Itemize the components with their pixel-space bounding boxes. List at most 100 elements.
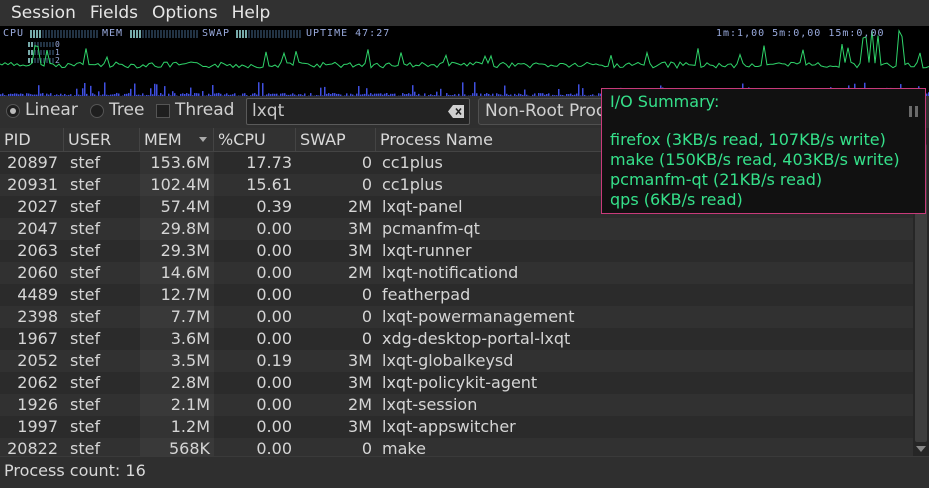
table-row[interactable]: 2060 stef 14.6M 0.00 2M lxqt-notificationd (0, 262, 913, 284)
mem-meter-segment (181, 30, 183, 38)
io-line: pcmanfm-qt (21KB/s read) (610, 170, 823, 189)
table-row[interactable]: 2052 stef 3.5M 0.19 3M lxqt-globalkeysd (0, 350, 913, 372)
column-mem[interactable]: MEM (140, 128, 214, 152)
user-cell: stef (70, 417, 101, 436)
cpu-cell: 0.00 (256, 373, 292, 392)
thread-label[interactable]: Thread (175, 100, 234, 120)
swap-meter-segment (248, 30, 250, 38)
process-name-cell: lxqt-appswitcher (382, 417, 516, 436)
swap-meter-segment (296, 30, 298, 38)
swap-cell: 0 (361, 307, 372, 326)
clear-icon[interactable] (448, 105, 464, 118)
io-history-bar (366, 88, 368, 96)
swap-meter-segment (299, 30, 301, 38)
io-history-bar (258, 82, 260, 96)
swap-meter-segment (245, 30, 247, 38)
cpu-meter-segment (72, 30, 74, 38)
table-row[interactable]: 4489 stef 12.7M 0.00 0 featherpad (0, 284, 913, 306)
menu-fields[interactable]: Fields (83, 0, 145, 26)
io-history-bar (134, 83, 136, 96)
cpu-core-meter-segment (52, 42, 54, 47)
table-row[interactable]: 20822 stef 568K 0.00 0 make (0, 438, 913, 456)
mem-meter-segment (169, 30, 171, 38)
mem-meter-segment (130, 30, 132, 38)
swap-meter-segment (257, 30, 259, 38)
cpu-cell: 0.00 (256, 241, 292, 260)
swap-cell: 3M (348, 417, 372, 436)
swap-cell: 3M (348, 373, 372, 392)
pid-cell: 2052 (17, 351, 58, 370)
user-cell: stef (70, 395, 101, 414)
mem-meter-segment (172, 30, 174, 38)
mem-meter-segment (187, 30, 189, 38)
cpu-core-meter-segment (28, 50, 30, 55)
cpu-meter-segment (81, 30, 83, 38)
io-history-bar (190, 87, 192, 96)
thread-checkbox[interactable] (156, 104, 170, 118)
mem-meter-segment (166, 30, 168, 38)
cpu-core-meter-segment (43, 42, 45, 47)
io-history-bar (474, 82, 476, 96)
mem-cell: 57.4M (140, 196, 214, 218)
mem-meter-segment (190, 30, 192, 38)
mem-cell: 7.7M (140, 306, 214, 328)
swap-label: SWAP (202, 28, 231, 39)
table-row[interactable]: 1997 stef 1.2M 0.00 3M lxqt-appswitcher (0, 416, 913, 438)
mem-label: MEM (102, 28, 124, 39)
io-history-bar (82, 88, 84, 96)
io-history-bar (164, 86, 166, 96)
cpu-meter-segment (45, 30, 47, 38)
pid-cell: 2027 (17, 197, 58, 216)
linear-radio[interactable] (6, 104, 20, 118)
menu-help[interactable]: Help (225, 0, 278, 26)
column-cpu[interactable]: %CPU (214, 128, 296, 152)
process-name-cell: lxqt-policykit-agent (382, 373, 538, 392)
scroll-down-icon[interactable] (916, 446, 926, 452)
cpu-core-meter-segment (31, 42, 33, 47)
tree-radio[interactable] (90, 104, 104, 118)
pid-cell: 2047 (17, 219, 58, 238)
table-row[interactable]: 2047 stef 29.8M 0.00 3M pcmanfm-qt (0, 218, 913, 240)
table-row[interactable]: 1967 stef 3.6M 0.00 0 xdg-desktop-portal-lxqt (0, 328, 913, 350)
io-history-bar (440, 88, 442, 96)
io-line: make (150KB/s read, 403KB/s write) (610, 150, 900, 169)
menu-options[interactable]: Options (145, 0, 225, 26)
cpu-meter-segment (87, 30, 89, 38)
user-cell: stef (70, 263, 101, 282)
cpu-core-meter-segment (49, 50, 51, 55)
io-history-bar (38, 85, 40, 96)
io-line: firefox (3KB/s read, 107KB/s write) (610, 130, 886, 149)
swap-meter-segment (281, 30, 283, 38)
tree-label[interactable]: Tree (109, 100, 144, 120)
cpu-core-meter-segment (28, 42, 30, 47)
table-row[interactable]: 1926 stef 2.1M 0.00 2M lxqt-session (0, 394, 913, 416)
cpu-core-meter-segment (37, 58, 39, 63)
column-swap[interactable]: SWAP (296, 128, 376, 152)
pause-icon[interactable] (909, 106, 919, 117)
cpu-meter-segment (93, 30, 95, 38)
mem-cell: 2.8M (140, 372, 214, 394)
column-user[interactable]: USER (64, 128, 140, 152)
user-cell: stef (70, 175, 101, 194)
table-row[interactable]: 2063 stef 29.3M 0.00 3M lxqt-runner (0, 240, 913, 262)
table-row[interactable]: 2398 stef 7.7M 0.00 0 lxqt-powermanagement (0, 306, 913, 328)
table-row[interactable]: 2062 stef 2.8M 0.00 3M lxqt-policykit-agent (0, 372, 913, 394)
swap-meter-segment (263, 30, 265, 38)
cpu-cell: 0.00 (256, 329, 292, 348)
pid-cell: 2060 (17, 263, 58, 282)
cpu-core-meter-segment (46, 58, 48, 63)
cpu-meter-segment (66, 30, 68, 38)
search-input[interactable]: lxqt (246, 98, 470, 125)
swap-meter-segment (266, 30, 268, 38)
linear-label[interactable]: Linear (25, 100, 78, 120)
menu-session[interactable]: Session (4, 0, 83, 26)
column-pid[interactable]: PID (0, 128, 64, 152)
cpu-cell: 0.00 (256, 307, 292, 326)
swap-meter-segment (284, 30, 286, 38)
io-summary-title: I/O Summary: (610, 92, 720, 111)
mem-meter-segment (136, 30, 138, 38)
mem-meter-segment (154, 30, 156, 38)
io-history-bar (578, 84, 580, 96)
process-name-cell: lxqt-powermanagement (382, 307, 575, 326)
cpu-core-meter-segment (52, 50, 54, 55)
